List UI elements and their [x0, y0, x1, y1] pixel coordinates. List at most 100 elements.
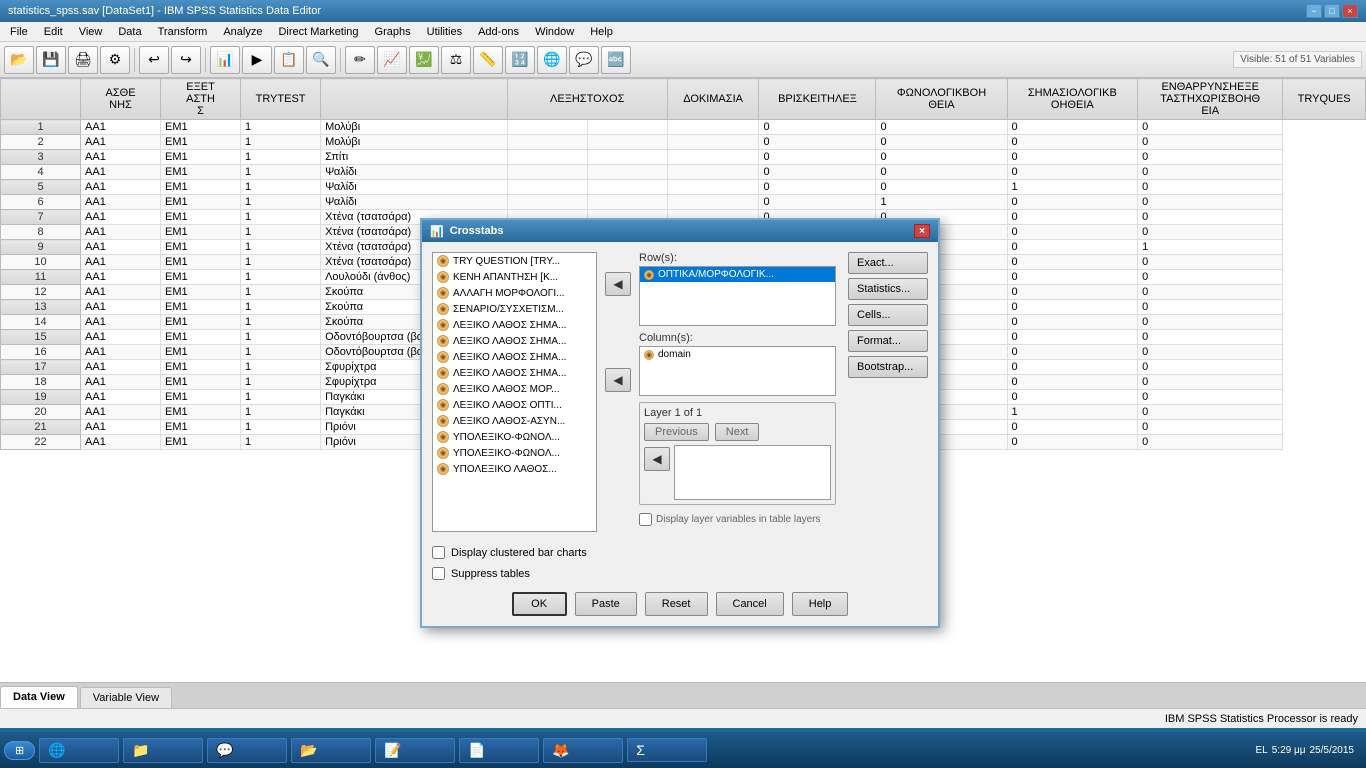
taskbar-firefox[interactable]: 🦊 [543, 738, 623, 763]
table-row[interactable]: 1ΑΑ1ΕΜ11Μολύβι0000 [1, 120, 1366, 135]
table-row[interactable]: 5ΑΑ1ΕΜ11Ψαλίδι0010 [1, 180, 1366, 195]
data-cell[interactable]: 0 [1138, 390, 1283, 405]
col-header-trytest[interactable]: TRYTEST [241, 79, 321, 120]
data-cell[interactable]: 1 [241, 135, 321, 150]
data-cell[interactable] [587, 165, 667, 180]
menu-graphs[interactable]: Graphs [367, 24, 419, 40]
toolbar-redo[interactable]: ↪ [171, 46, 201, 74]
toolbar-settings[interactable]: ⚙ [100, 46, 130, 74]
taskbar-acrobat[interactable]: 📄 [459, 738, 539, 763]
left-list-item[interactable]: ◉ΚΕΝΗ ΑΠΑΝΤΗΣΗ [K... [433, 269, 596, 285]
data-cell[interactable]: 0 [876, 180, 1007, 195]
data-cell[interactable]: 0 [1007, 210, 1138, 225]
help-btn[interactable]: Help [792, 592, 849, 616]
data-cell[interactable] [667, 195, 759, 210]
data-cell[interactable] [667, 120, 759, 135]
data-cell[interactable]: ΕΜ1 [161, 270, 241, 285]
table-row[interactable]: 2ΑΑ1ΕΜ11Μολύβι0000 [1, 135, 1366, 150]
data-cell[interactable]: 0 [1007, 375, 1138, 390]
data-cell[interactable]: ΕΜ1 [161, 135, 241, 150]
data-cell[interactable]: 0 [1138, 120, 1283, 135]
data-cell[interactable]: 1 [241, 210, 321, 225]
data-cell[interactable]: 0 [1007, 255, 1138, 270]
col-header-lexhstoxos[interactable]: ΛΕΞΗΣΤΟΧΟΣ [507, 79, 667, 120]
bootstrap-btn[interactable]: Bootstrap... [848, 356, 928, 378]
data-cell[interactable]: 1 [241, 150, 321, 165]
left-list-item[interactable]: ◉TRY QUESTION [TRY... [433, 253, 596, 269]
taskbar-ie[interactable]: 🌐 [39, 738, 119, 763]
data-cell[interactable]: ΑΑ1 [81, 135, 161, 150]
data-cell[interactable]: 0 [759, 195, 876, 210]
data-cell[interactable]: 1 [241, 300, 321, 315]
data-cell[interactable]: Μολύβι [321, 135, 508, 150]
left-list-item[interactable]: ◉ΛΕΞΙΚΟ ΛΑΘΟΣ ΣΗΜΑ... [433, 349, 596, 365]
data-cell[interactable]: ΕΜ1 [161, 150, 241, 165]
toolbar-open[interactable]: 📂 [4, 46, 34, 74]
data-cell[interactable]: 0 [1138, 285, 1283, 300]
data-cell[interactable]: 1 [1007, 180, 1138, 195]
menu-help[interactable]: Help [582, 24, 621, 40]
next-btn[interactable]: Next [715, 423, 760, 441]
data-cell[interactable]: 0 [1007, 330, 1138, 345]
start-button[interactable]: ⊞ [4, 741, 35, 760]
data-cell[interactable]: ΑΑ1 [81, 375, 161, 390]
data-cell[interactable] [507, 165, 587, 180]
left-list-item[interactable]: ◉ΛΕΞΙΚΟ ΛΑΘΟΣ ΟΠΤΙ... [433, 397, 596, 413]
data-cell[interactable] [667, 180, 759, 195]
data-cell[interactable]: 1 [241, 195, 321, 210]
data-cell[interactable]: ΕΜ1 [161, 225, 241, 240]
data-cell[interactable] [507, 150, 587, 165]
data-cell[interactable]: ΑΑ1 [81, 330, 161, 345]
toolbar-save[interactable]: 💾 [36, 46, 66, 74]
data-cell[interactable]: 1 [876, 195, 1007, 210]
col-header-vriskei[interactable]: ΒΡΙΣΚΕΙΤΗΛΕΞ [759, 79, 876, 120]
data-cell[interactable]: ΑΑ1 [81, 165, 161, 180]
data-cell[interactable]: Ψαλίδι [321, 165, 508, 180]
data-cell[interactable]: 0 [1138, 225, 1283, 240]
toolbar-abc[interactable]: 🔤 [601, 46, 631, 74]
data-cell[interactable]: ΕΜ1 [161, 300, 241, 315]
data-cell[interactable]: Ψαλίδι [321, 180, 508, 195]
data-cell[interactable]: ΑΑ1 [81, 435, 161, 450]
data-cell[interactable]: 0 [1138, 375, 1283, 390]
col-header-asthenis[interactable]: ΑΣΘΕΝΗΣ [81, 79, 161, 120]
table-row[interactable]: 6ΑΑ1ΕΜ11Ψαλίδι0100 [1, 195, 1366, 210]
data-cell[interactable]: 0 [1138, 135, 1283, 150]
left-list-item[interactable]: ◉ΛΕΞΙΚΟ ΛΑΘΟΣ ΣΗΜΑ... [433, 333, 596, 349]
data-cell[interactable] [507, 135, 587, 150]
menu-analyze[interactable]: Analyze [215, 24, 270, 40]
menu-addons[interactable]: Add-ons [470, 24, 527, 40]
taskbar-files[interactable]: 📂 [291, 738, 371, 763]
data-cell[interactable] [507, 195, 587, 210]
tab-data-view[interactable]: Data View [0, 686, 78, 708]
data-cell[interactable]: ΕΜ1 [161, 240, 241, 255]
data-cell[interactable]: ΑΑ1 [81, 240, 161, 255]
taskbar-explorer[interactable]: 📁 [123, 738, 203, 763]
data-cell[interactable]: Ψαλίδι [321, 195, 508, 210]
left-list-item[interactable]: ◉ΑΛΛΑΓΗ ΜΟΡΦΟΛΟΓΙ... [433, 285, 596, 301]
left-list-item[interactable]: ◉ΛΕΞΙΚΟ ΛΑΘΟΣ-ΑΣΥΝ... [433, 413, 596, 429]
display-bar-charts-checkbox[interactable] [432, 546, 445, 559]
data-cell[interactable]: 1 [241, 240, 321, 255]
data-cell[interactable]: 0 [1007, 135, 1138, 150]
data-cell[interactable] [587, 150, 667, 165]
toolbar-num[interactable]: 🔢 [505, 46, 535, 74]
data-cell[interactable]: 1 [241, 180, 321, 195]
left-list-item[interactable]: ◉ΥΠΟΛΕΞΙΚΟ ΛΑΘΟΣ... [433, 461, 596, 477]
cols-item-0[interactable]: ◉ domain [640, 347, 835, 362]
toolbar-run[interactable]: ▶ [242, 46, 272, 74]
layer-arrow-btn[interactable]: ◀ [644, 447, 670, 471]
toolbar-undo[interactable]: ↩ [139, 46, 169, 74]
data-cell[interactable]: 0 [1138, 330, 1283, 345]
data-cell[interactable]: ΑΑ1 [81, 360, 161, 375]
cancel-btn[interactable]: Cancel [716, 592, 784, 616]
data-cell[interactable]: 1 [241, 360, 321, 375]
data-cell[interactable]: 0 [1007, 240, 1138, 255]
data-cell[interactable]: ΑΑ1 [81, 345, 161, 360]
data-cell[interactable]: 0 [1007, 285, 1138, 300]
data-cell[interactable]: 1 [241, 315, 321, 330]
data-cell[interactable]: 1 [241, 120, 321, 135]
data-cell[interactable]: ΕΜ1 [161, 210, 241, 225]
data-cell[interactable]: 1 [241, 390, 321, 405]
data-cell[interactable]: ΕΜ1 [161, 345, 241, 360]
